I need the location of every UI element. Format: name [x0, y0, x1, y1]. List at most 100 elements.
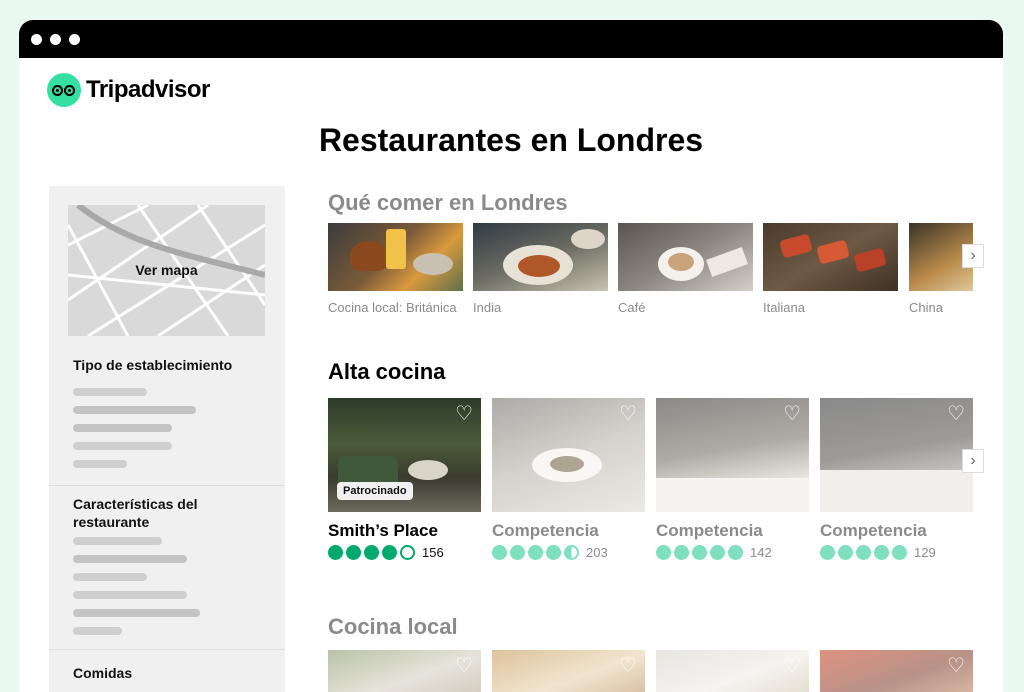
filter-section-meals[interactable]: Comidas [73, 664, 132, 682]
map-thumbnail[interactable]: Ver mapa [68, 205, 265, 336]
review-count[interactable]: 203 [586, 545, 608, 560]
tripadvisor-logo[interactable]: Tripadvisor [47, 73, 210, 107]
rating-bubble-icon [510, 545, 525, 560]
restaurant-name[interactable]: Competencia [492, 521, 645, 541]
category-image [763, 223, 898, 291]
fine-dining-heading: Alta cocina [328, 359, 446, 384]
restaurant-image: ♡ [492, 398, 645, 512]
restaurant-card[interactable]: ♡ [328, 650, 481, 692]
heart-icon[interactable]: ♡ [455, 656, 473, 676]
restaurant-name[interactable]: Competencia [656, 521, 809, 541]
restaurants-next-button[interactable]: › [962, 449, 984, 473]
filter-placeholder [73, 460, 127, 468]
rating-bubbles: 156 [328, 545, 481, 560]
chevron-right-icon: › [970, 247, 976, 264]
rating-bubble-icon [838, 545, 853, 560]
category-card[interactable]: India [473, 223, 608, 317]
filter-section-type[interactable]: Tipo de establecimiento [73, 356, 232, 374]
filter-section-features[interactable]: Características del restaurante [73, 495, 223, 531]
restaurant-card[interactable]: ♡ [656, 650, 809, 692]
window-titlebar [19, 20, 1003, 58]
review-count[interactable]: 142 [750, 545, 772, 560]
restaurant-card[interactable]: ♡ Competencia 142 [656, 398, 809, 560]
chevron-right-icon: › [970, 452, 976, 469]
window-dot [50, 33, 61, 45]
rating-bubbles: 129 [820, 545, 973, 560]
rating-bubble-icon [692, 545, 707, 560]
restaurant-card[interactable]: ♡ Competencia 203 [492, 398, 645, 560]
heart-icon[interactable]: ♡ [783, 404, 801, 424]
owl-icon [47, 73, 81, 107]
filter-placeholder [73, 555, 187, 563]
rating-bubble-icon [528, 545, 543, 560]
filter-placeholder [73, 609, 200, 617]
rating-bubbles: 203 [492, 545, 645, 560]
heart-icon[interactable]: ♡ [455, 404, 473, 424]
divider [49, 649, 285, 650]
rating-bubble-icon [546, 545, 561, 560]
rating-bubble-icon [400, 545, 415, 560]
rating-bubble-icon [382, 545, 397, 560]
restaurant-image: ♡ [656, 398, 809, 512]
restaurant-card[interactable]: ♡ [820, 650, 973, 692]
rating-bubble-icon [364, 545, 379, 560]
filter-placeholder [73, 424, 172, 432]
filters-sidebar: Ver mapa Tipo de establecimiento Caracte… [49, 186, 285, 692]
heart-icon[interactable]: ♡ [783, 656, 801, 676]
local-cuisine-heading: Cocina local [328, 614, 458, 639]
rating-bubble-icon [346, 545, 361, 560]
filter-placeholder [73, 573, 147, 581]
browser-window: Tripadvisor Restaurantes en Londres Ver … [19, 20, 1003, 692]
categories-next-button[interactable]: › [962, 244, 984, 268]
page-title: Restaurantes en Londres [318, 122, 704, 158]
restaurant-name[interactable]: Smith’s Place [328, 521, 481, 541]
rating-bubble-icon [492, 545, 507, 560]
category-card[interactable]: Café [618, 223, 753, 317]
restaurant-card[interactable]: ♡ Competencia 129 [820, 398, 973, 560]
filter-placeholder [73, 537, 162, 545]
heart-icon[interactable]: ♡ [619, 656, 637, 676]
category-label: Café [618, 300, 646, 315]
rating-bubbles: 142 [656, 545, 809, 560]
rating-bubble-icon [728, 545, 743, 560]
restaurant-name[interactable]: Competencia [820, 521, 973, 541]
restaurant-card[interactable]: ♡ Patrocinado Smith’s Place 156 [328, 398, 481, 560]
category-label: China [909, 300, 943, 315]
review-count[interactable]: 129 [914, 545, 936, 560]
category-card[interactable]: China [909, 223, 973, 317]
rating-bubble-icon [892, 545, 907, 560]
what-to-eat-heading: Qué comer en Londres [328, 190, 568, 215]
restaurant-card[interactable]: ♡ [492, 650, 645, 692]
divider [49, 485, 285, 486]
logo-text: Tripadvisor [86, 76, 210, 103]
filter-section-title: Características del restaurante [73, 496, 198, 530]
rating-bubble-icon [328, 545, 343, 560]
category-image [618, 223, 753, 291]
rating-bubble-icon [656, 545, 671, 560]
filter-placeholder [73, 388, 147, 396]
category-card[interactable]: Italiana [763, 223, 898, 317]
sponsored-badge: Patrocinado [337, 482, 413, 500]
filter-placeholder [73, 442, 172, 450]
filter-section-title: Comidas [73, 665, 133, 681]
filter-placeholder [73, 627, 122, 635]
rating-bubble-icon [710, 545, 725, 560]
review-count[interactable]: 156 [422, 545, 444, 560]
rating-bubble-icon [856, 545, 871, 560]
filter-placeholder [73, 406, 196, 414]
category-image [328, 223, 463, 291]
rating-bubble-icon [674, 545, 689, 560]
heart-icon[interactable]: ♡ [947, 656, 965, 676]
category-image [473, 223, 608, 291]
window-dot [69, 33, 80, 45]
filter-placeholder [73, 591, 187, 599]
view-map-label[interactable]: Ver mapa [68, 262, 265, 278]
heart-icon[interactable]: ♡ [619, 404, 637, 424]
category-label: India [473, 300, 502, 315]
rating-bubble-icon [820, 545, 835, 560]
heart-icon[interactable]: ♡ [947, 404, 965, 424]
restaurant-image: ♡ [820, 398, 973, 512]
category-card[interactable]: Cocina local: Británica [328, 223, 463, 317]
category-label: Cocina local: Británica [328, 300, 457, 315]
category-label: Italiana [763, 300, 805, 315]
